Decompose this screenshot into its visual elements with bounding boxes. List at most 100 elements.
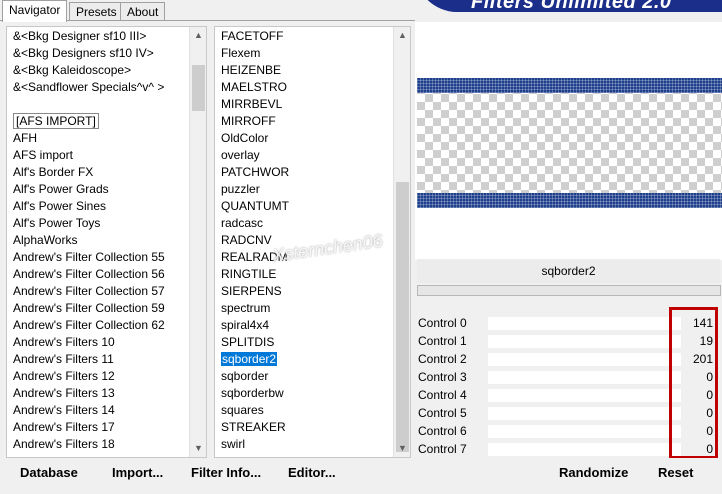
filter-item[interactable]: overlay bbox=[215, 147, 393, 164]
category-item[interactable]: &<Bkg Designer sf10 III> bbox=[7, 28, 189, 45]
control-slider[interactable] bbox=[488, 389, 681, 402]
randomize-button[interactable]: Randomize bbox=[559, 461, 628, 485]
control-label: Control 1 bbox=[418, 334, 467, 348]
filter-item-label: Flexem bbox=[221, 46, 261, 60]
category-item[interactable]: Andrew's Filter Collection 55 bbox=[7, 249, 189, 266]
category-item[interactable]: AFH bbox=[7, 130, 189, 147]
filter-item[interactable]: QUANTUMT bbox=[215, 198, 393, 215]
filter-item-label: RINGTILE bbox=[221, 267, 277, 281]
control-slider[interactable] bbox=[488, 335, 681, 348]
filter-item[interactable]: spectrum bbox=[215, 300, 393, 317]
category-item[interactable]: Andrew's Filters 10 bbox=[7, 334, 189, 351]
tab-bar: Navigator Presets About bbox=[0, 0, 400, 22]
category-item[interactable]: AFS import bbox=[7, 147, 189, 164]
filter-item-label: SPLITDIS bbox=[221, 335, 275, 349]
header-banner: Filters Unlimited 2.0 bbox=[415, 0, 722, 12]
category-item[interactable]: AlphaWorks bbox=[7, 232, 189, 249]
category-item[interactable]: Andrew's Filters 18 bbox=[7, 436, 189, 453]
up-arrow-icon[interactable]: ▲ bbox=[394, 27, 410, 44]
category-item-label: AFH bbox=[13, 131, 37, 145]
down-arrow-icon[interactable]: ▼ bbox=[190, 440, 206, 457]
filter-item-label: MIRRBEVL bbox=[221, 97, 283, 111]
category-item[interactable]: Andrew's Filter Collection 57 bbox=[7, 283, 189, 300]
preview-band-bottom bbox=[417, 193, 722, 208]
filter-item[interactable]: radcasc bbox=[215, 215, 393, 232]
filter-item[interactable]: sqborder bbox=[215, 368, 393, 385]
filter-item[interactable]: MAELSTRO bbox=[215, 79, 393, 96]
filter-scrollbar[interactable]: ▲ ▼ bbox=[393, 27, 410, 457]
filter-item[interactable]: FACETOFF bbox=[215, 28, 393, 45]
tab-navigator[interactable]: Navigator bbox=[2, 0, 68, 22]
category-item[interactable]: Andrew's Filter Collection 62 bbox=[7, 317, 189, 334]
filter-item[interactable]: squares bbox=[215, 402, 393, 419]
category-item[interactable]: Andrew's Filters 13 bbox=[7, 385, 189, 402]
filter-item[interactable]: sqborderbw bbox=[215, 385, 393, 402]
filter-item-label: spectrum bbox=[221, 301, 271, 315]
category-item[interactable]: Andrew's Filters 12 bbox=[7, 368, 189, 385]
filter-item[interactable]: sqborder2 bbox=[215, 351, 393, 368]
filter-item[interactable]: MIRROFF bbox=[215, 113, 393, 130]
reset-button[interactable]: Reset bbox=[658, 461, 693, 485]
tab-about[interactable]: About bbox=[120, 2, 166, 21]
filter-info-button[interactable]: Filter Info... bbox=[191, 461, 261, 485]
progress-bar bbox=[417, 285, 721, 296]
filter-item[interactable]: spiral4x4 bbox=[215, 317, 393, 334]
filter-item[interactable]: Flexem bbox=[215, 45, 393, 62]
category-item[interactable]: Andrew's Filters 14 bbox=[7, 402, 189, 419]
category-item[interactable]: Alf's Power Grads bbox=[7, 181, 189, 198]
category-item[interactable] bbox=[7, 96, 189, 113]
category-item[interactable]: Andrew's Filters 17 bbox=[7, 419, 189, 436]
editor-button[interactable]: Editor... bbox=[288, 461, 336, 485]
category-scrollbar[interactable]: ▲ ▼ bbox=[189, 27, 206, 457]
down-arrow-icon[interactable]: ▼ bbox=[394, 440, 410, 457]
filter-item[interactable]: RINGTILE bbox=[215, 266, 393, 283]
category-item-label: Andrew's Filters 17 bbox=[13, 420, 115, 434]
filter-item-label: sqborder2 bbox=[221, 352, 278, 366]
category-item[interactable]: &<Sandflower Specials^v^ > bbox=[7, 79, 189, 96]
filter-item-label: HEIZENBE bbox=[221, 63, 282, 77]
filter-item[interactable]: MIRRBEVL bbox=[215, 96, 393, 113]
filter-item-label: STREAKER bbox=[221, 420, 286, 434]
category-item-label: Andrew's Filters 13 bbox=[13, 386, 115, 400]
import-button[interactable]: Import... bbox=[112, 461, 163, 485]
control-slider[interactable] bbox=[488, 317, 681, 330]
control-slider[interactable] bbox=[488, 371, 681, 384]
filter-item-label: OldColor bbox=[221, 131, 269, 145]
control-slider[interactable] bbox=[488, 407, 681, 420]
scrollbar-thumb[interactable] bbox=[396, 182, 409, 452]
category-item-label: Alf's Power Toys bbox=[13, 216, 101, 230]
filter-item[interactable]: STREAKER bbox=[215, 419, 393, 436]
category-list[interactable]: &<Bkg Designer sf10 III> &<Bkg Designers … bbox=[6, 26, 207, 458]
category-item[interactable]: &<Bkg Designers sf10 IV> bbox=[7, 45, 189, 62]
category-item[interactable]: Andrew's Filter Collection 59 bbox=[7, 300, 189, 317]
tab-presets[interactable]: Presets bbox=[69, 2, 124, 21]
filter-item[interactable]: OldColor bbox=[215, 130, 393, 147]
filter-item-label: sqborder bbox=[221, 369, 269, 383]
scrollbar-thumb[interactable] bbox=[192, 65, 205, 111]
control-slider[interactable] bbox=[488, 443, 681, 456]
category-item-label: Andrew's Filter Collection 59 bbox=[13, 301, 165, 315]
filter-item-label: QUANTUMT bbox=[221, 199, 289, 213]
filter-name-label: sqborder2 bbox=[417, 259, 720, 283]
banner-title: Filters Unlimited 2.0 bbox=[471, 0, 672, 12]
control-slider[interactable] bbox=[488, 425, 681, 438]
database-button[interactable]: Database bbox=[20, 461, 78, 485]
filter-item[interactable]: SIERPENS bbox=[215, 283, 393, 300]
filter-item[interactable]: HEIZENBE bbox=[215, 62, 393, 79]
filter-item[interactable]: puzzler bbox=[215, 181, 393, 198]
filter-item-label: RADCNV bbox=[221, 233, 272, 247]
filter-item-label: swirl bbox=[221, 437, 245, 451]
filter-item[interactable]: SPLITDIS bbox=[215, 334, 393, 351]
filter-item[interactable]: PATCHWOR bbox=[215, 164, 393, 181]
category-item-label: Andrew's Filters 18 bbox=[13, 437, 115, 451]
category-item[interactable]: Andrew's Filter Collection 56 bbox=[7, 266, 189, 283]
category-item[interactable]: [AFS IMPORT] bbox=[7, 113, 189, 130]
category-item[interactable]: Alf's Power Toys bbox=[7, 215, 189, 232]
filter-item[interactable]: swirl bbox=[215, 436, 393, 453]
category-item[interactable]: Andrew's Filters 11 bbox=[7, 351, 189, 368]
category-item[interactable]: Alf's Border FX bbox=[7, 164, 189, 181]
up-arrow-icon[interactable]: ▲ bbox=[190, 27, 206, 44]
category-item[interactable]: &<Bkg Kaleidoscope> bbox=[7, 62, 189, 79]
category-item[interactable]: Alf's Power Sines bbox=[7, 198, 189, 215]
control-slider[interactable] bbox=[488, 353, 681, 366]
